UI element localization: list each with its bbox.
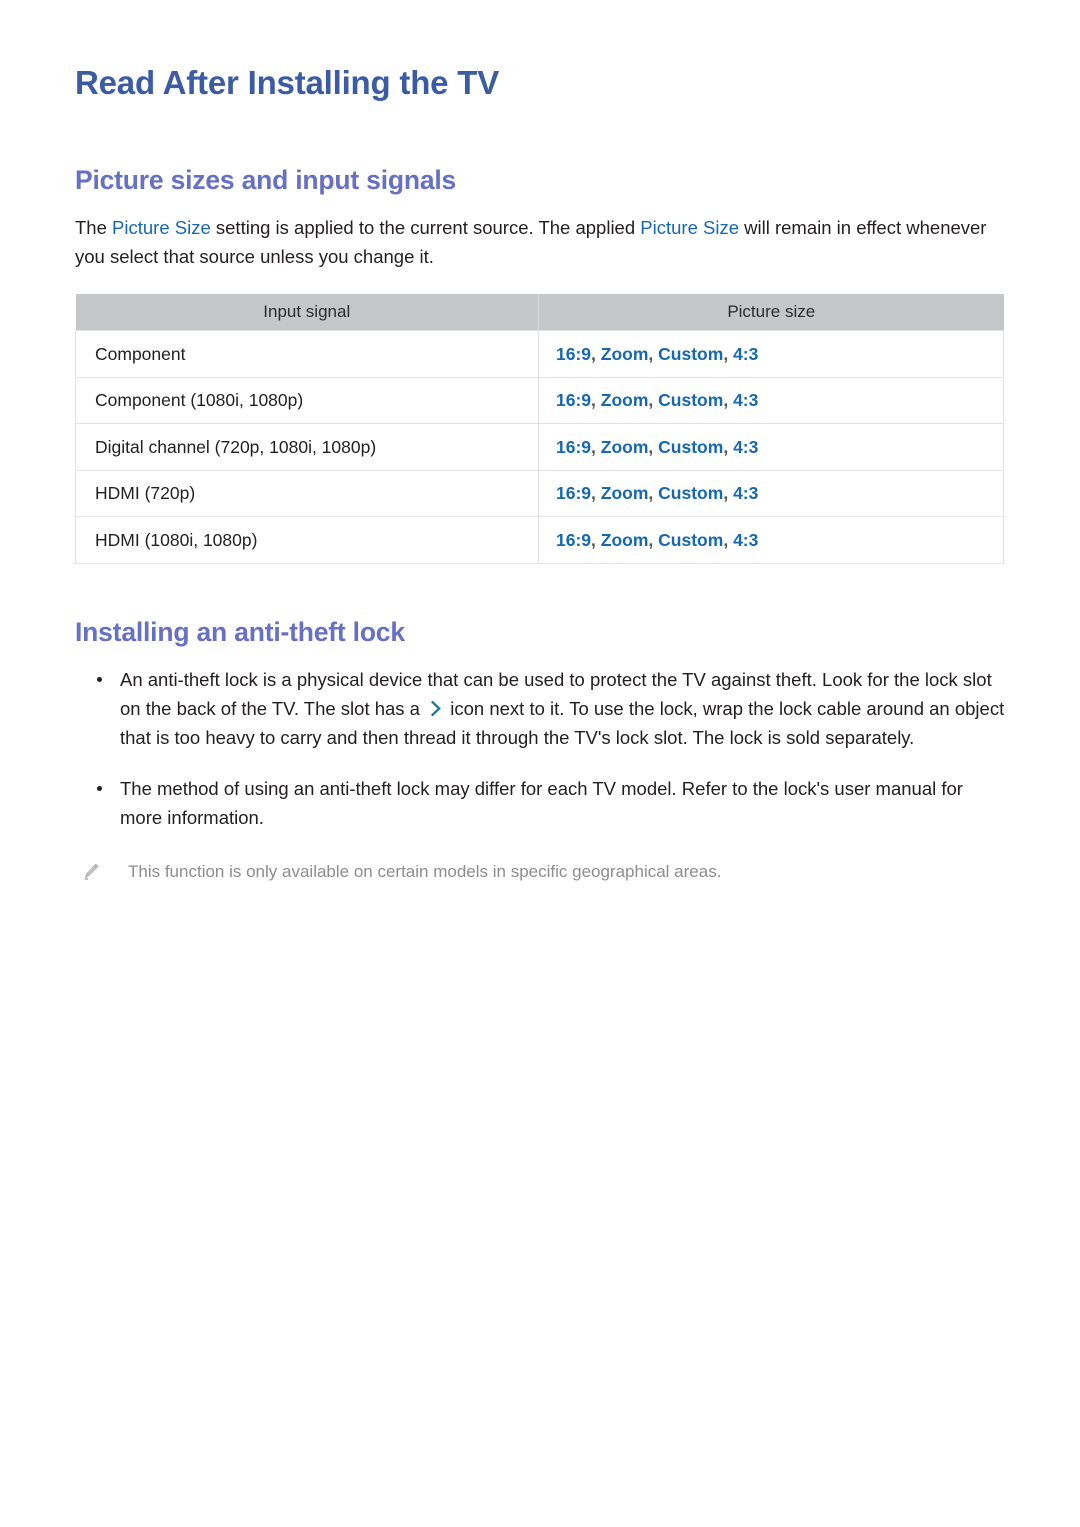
cell-input-signal: Component — [75, 330, 539, 378]
list-item: An anti-theft lock is a physical device … — [75, 665, 1005, 752]
column-header-picture-size: Picture size — [538, 294, 1004, 331]
intro-paragraph: The Picture Size setting is applied to t… — [75, 196, 1005, 271]
table-row: HDMI (720p) 16:9, Zoom, Custom, 4:3 — [75, 469, 1004, 518]
keyword-picture-size-2: Picture Size — [640, 217, 739, 239]
table-container: Input signal Picture size Component 16:9… — [75, 271, 1005, 564]
cell-input-signal: Component (1080i, 1080p) — [75, 376, 539, 425]
cell-picture-size: 16:9, Zoom, Custom, 4:3 — [538, 469, 1004, 518]
bullet-text: The method of using an anti-theft lock m… — [120, 777, 963, 828]
cell-input-signal: Digital channel (720p, 1080i, 1080p) — [75, 423, 539, 471]
table-header-row: Input signal Picture size — [75, 294, 1004, 331]
cell-picture-size: 16:9, Zoom, Custom, 4:3 — [538, 376, 1004, 425]
list-item: The method of using an anti-theft lock m… — [75, 774, 1005, 832]
cell-input-signal: HDMI (1080i, 1080p) — [75, 516, 539, 564]
page-title: Read After Installing the TV — [75, 64, 500, 101]
chevron-right-icon — [428, 697, 442, 717]
cell-input-signal: HDMI (720p) — [75, 469, 539, 518]
cell-picture-size: 16:9, Zoom, Custom, 4:3 — [538, 423, 1004, 471]
pencil-icon — [81, 862, 101, 882]
cell-picture-size: 16:9, Zoom, Custom, 4:3 — [538, 516, 1004, 564]
keyword-picture-size-1: Picture Size — [112, 217, 211, 239]
table-row: Digital channel (720p, 1080i, 1080p) 16:… — [75, 423, 1004, 471]
table-body: Component 16:9, Zoom, Custom, 4:3 Compon… — [75, 330, 1004, 564]
section-heading-picture-sizes: Picture sizes and input signals — [75, 164, 457, 195]
bullet-marker-icon — [97, 785, 102, 791]
intro-text-part-1: The — [75, 217, 113, 239]
cell-picture-size: 16:9, Zoom, Custom, 4:3 — [538, 330, 1004, 378]
section-heading-anti-theft-lock: Installing an anti-theft lock — [75, 616, 405, 647]
column-header-input-signal: Input signal — [75, 294, 539, 331]
bullet-marker-icon — [97, 676, 102, 682]
document-page: Read After Installing the TV Picture siz… — [0, 0, 1080, 1527]
note-row: This function is only available on certa… — [75, 832, 1005, 884]
table-row: Component 16:9, Zoom, Custom, 4:3 — [75, 330, 1004, 378]
picture-size-table: Input signal Picture size Component 16:9… — [75, 294, 1004, 564]
table-row: HDMI (1080i, 1080p) 16:9, Zoom, Custom, … — [75, 516, 1004, 564]
table-row: Component (1080i, 1080p) 16:9, Zoom, Cus… — [75, 376, 1004, 425]
intro-text-part-2: setting is applied to the current source… — [210, 217, 641, 239]
note-text: This function is only available on certa… — [128, 861, 722, 881]
anti-theft-bullet-list: An anti-theft lock is a physical device … — [75, 649, 1005, 832]
